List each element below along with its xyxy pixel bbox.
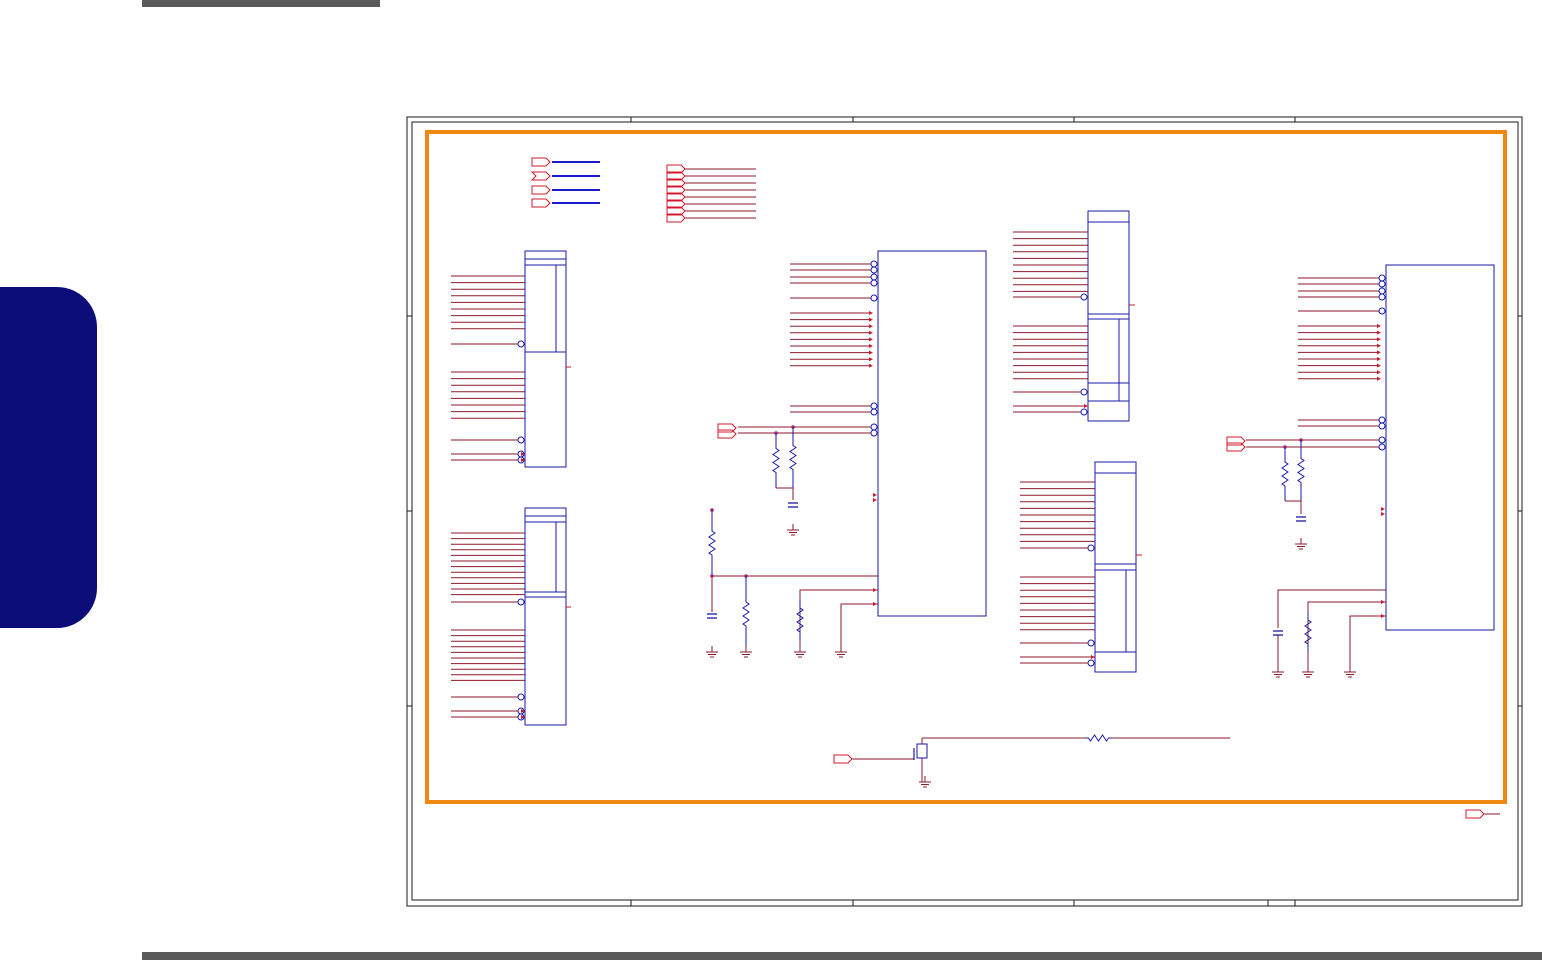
pin-arrow [1084,404,1088,408]
pin-arrow [1377,363,1381,368]
pin-arrow [1377,357,1381,361]
schematic-diagram [406,116,1523,907]
pin-bubble [870,279,878,287]
symbol-layer [517,157,1485,819]
pin-arrow [1377,330,1381,335]
offpage-port [531,185,551,195]
pin-bubble [1378,280,1386,288]
pin-arrow [1377,324,1381,328]
pin-bubble [1087,639,1095,647]
pin-arrow [1377,343,1381,348]
drawing-border-outer [406,116,1523,907]
wire [1307,601,1386,672]
resistor [789,427,797,488]
pin-arrow [1377,376,1381,381]
resistor [1085,734,1112,742]
wire-layer [451,161,1500,815]
pin-bubble [870,260,878,268]
offpage-port [531,157,551,167]
pin-arrow [1377,370,1381,375]
component-layer [524,210,1495,726]
pin-bubble [870,402,878,410]
pin-arrow [869,350,873,355]
pin-arrow [869,357,873,362]
connector-body [524,250,567,468]
resistor [742,576,750,652]
pin-arrow [869,311,873,315]
offpage-port [833,754,853,764]
pin-arrow [1381,512,1385,516]
connector-body [1094,461,1137,673]
mosfet-icon [916,743,928,759]
pin-bubble [1087,659,1095,667]
pin-arrow [1381,614,1385,618]
pin-bubble [1378,436,1386,444]
pin-bubble [517,693,525,701]
pin-arrow [873,498,877,502]
pin-bubble [517,598,525,606]
pin-bubble [1080,408,1088,416]
pin-arrow [1377,350,1381,355]
drawing-frame [406,116,1523,907]
resistor [708,510,716,576]
offpage-port [531,198,551,208]
wire [1349,615,1386,672]
offpage-port [717,429,737,439]
pin-bubble [870,294,878,302]
pin-arrow [869,330,873,335]
pin-arrow [869,344,873,348]
pin-arrow [1381,507,1385,511]
highlight-box [425,130,1507,804]
pin-bubble [1378,274,1386,282]
pin-arrow [869,337,873,342]
pin-bubble [870,266,878,274]
pin-bubble [517,436,525,444]
pin-bubble [870,273,878,281]
pin-bubble [1378,307,1386,315]
resistor [772,433,780,488]
pin-bubble [1378,443,1386,451]
pin-bubble [1087,544,1095,552]
pin-bubble [517,340,525,348]
resistor [1297,440,1305,501]
offpage-port [530,171,551,181]
pin-arrow [869,324,873,329]
drawing-border-inner [411,121,1519,901]
connector-body [524,507,567,726]
pin-arrow [873,493,877,497]
pin-arrow [1091,655,1095,659]
wire [840,603,878,652]
pin-arrow [869,363,873,368]
ic-package [877,250,987,617]
pin-bubble [1080,388,1088,396]
resistor [1304,612,1312,652]
wire [799,589,878,652]
pin-bubble [870,408,878,416]
wire [1277,589,1386,628]
ic-package [1385,264,1495,631]
offpage-port [1465,809,1485,819]
pin-bubble [1378,287,1386,295]
pin-arrow [1381,600,1385,604]
pin-bubble [870,429,878,437]
pin-bubble [1080,293,1088,301]
pin-arrow [873,602,877,606]
junction-dot [710,574,714,578]
pin-bubble [1378,422,1386,430]
pin-bubble [1378,293,1386,301]
offpage-port [1226,442,1246,452]
pin-bubble [870,423,878,431]
resistor [1281,447,1289,501]
connector-body [1087,210,1130,422]
pin-bubble [1378,416,1386,424]
pin-arrow [1377,337,1381,342]
resistor [796,600,804,640]
pin-arrow [873,588,877,592]
pin-arrow [869,317,873,322]
